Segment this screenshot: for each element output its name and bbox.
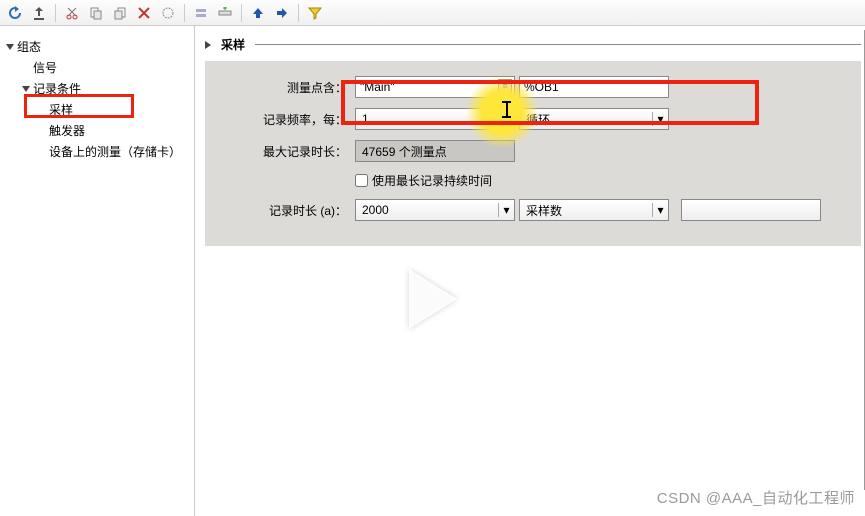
refresh-icon[interactable]	[4, 3, 26, 23]
separator	[298, 4, 299, 22]
tree-item-record-cond[interactable]: 记录条件	[0, 78, 194, 99]
export-icon[interactable]	[28, 3, 50, 23]
tree-item-device-measure[interactable]: 设备上的测量（存储卡）	[0, 141, 194, 162]
duration-label: 记录时长 (a)：	[225, 202, 355, 219]
separator	[184, 4, 185, 22]
freq-unit: 循环	[526, 111, 550, 128]
separator	[55, 4, 56, 22]
block-input[interactable]	[519, 76, 669, 98]
tree-label: 触发器	[49, 122, 85, 139]
freq-value-combo[interactable]: 1▾	[355, 108, 515, 130]
use-max-label: 使用最长记录持续时间	[372, 172, 492, 189]
sidebar: 组态 信号 记录条件 采样 触发器 设备上的测量（存储卡）	[0, 26, 195, 516]
row-duration: 记录时长 (a)： 2000 ▾ 采样数 ▾	[225, 199, 841, 221]
tree-item-config[interactable]: 组态	[0, 36, 194, 57]
right-arrow-icon[interactable]	[271, 3, 293, 23]
copy-left-icon[interactable]	[85, 3, 107, 23]
freq-unit-combo[interactable]: 循环 ▾	[519, 108, 669, 130]
picker-icon[interactable]: ≡	[498, 79, 512, 93]
freq-label: 记录频率，每：	[225, 111, 355, 128]
separator	[241, 4, 242, 22]
chevron-down-icon: ▾	[498, 203, 512, 217]
use-max-checkbox[interactable]	[355, 174, 368, 187]
chevron-down-icon	[6, 44, 14, 50]
main-container: 组态 信号 记录条件 采样 触发器 设备上的测量（存储卡） 采样 测量点含： ≡…	[0, 26, 865, 516]
chevron-right-icon	[205, 41, 211, 49]
row-measure-point: 测量点含： ≡	[225, 76, 841, 98]
chevron-down-icon	[22, 86, 30, 92]
up-arrow-icon[interactable]	[247, 3, 269, 23]
tree-item-trigger[interactable]: 触发器	[0, 120, 194, 141]
chevron-down-icon: ▾	[652, 112, 666, 126]
section-title: 采样	[221, 36, 245, 53]
measure-input[interactable]	[355, 76, 515, 98]
toolbar	[0, 0, 865, 26]
insert-row-icon[interactable]	[214, 3, 236, 23]
duration-value-combo[interactable]: 2000 ▾	[355, 199, 515, 221]
duration-unit: 采样数	[526, 202, 562, 219]
tree-item-sampling[interactable]: 采样	[0, 99, 194, 120]
row-max-length: 最大记录时长： 47659 个测量点	[225, 140, 841, 162]
section-header[interactable]: 采样	[205, 36, 865, 53]
freq-value: 1	[362, 112, 369, 126]
form-panel: 测量点含： ≡ 记录频率，每： 1▾ 循环▾ 最大记录时长：	[205, 61, 861, 246]
chevron-down-icon: ▾	[652, 203, 666, 217]
tree-label: 记录条件	[33, 80, 81, 97]
copy-right-icon[interactable]	[109, 3, 131, 23]
tree-label: 信号	[33, 59, 57, 76]
maxlen-label: 最大记录时长：	[225, 143, 355, 160]
tree-label: 采样	[49, 101, 73, 118]
watermark: CSDN @AAA_自动化工程师	[657, 487, 855, 508]
maxlen-value: 47659 个测量点	[355, 140, 515, 162]
content-area: 采样 测量点含： ≡ 记录频率，每： 1▾ 循环▾	[195, 26, 865, 516]
row-frequency: 记录频率，每： 1▾ 循环▾	[225, 108, 841, 130]
tree-label: 设备上的测量（存储卡）	[49, 143, 181, 160]
circle-icon[interactable]	[157, 3, 179, 23]
chevron-down-icon: ▾	[498, 112, 512, 126]
use-max-checkbox-wrap[interactable]: 使用最长记录持续时间	[355, 172, 492, 189]
duration-value: 2000	[362, 203, 389, 217]
delete-icon[interactable]	[133, 3, 155, 23]
divider	[255, 44, 861, 45]
row-use-max: 使用最长记录持续时间	[225, 172, 841, 189]
collapse-icon[interactable]	[190, 3, 212, 23]
filter-icon[interactable]	[304, 3, 326, 23]
duration-unit-combo[interactable]: 采样数 ▾	[519, 199, 669, 221]
tree-label: 组态	[17, 38, 41, 55]
extra-combo[interactable]	[681, 199, 821, 221]
tree-item-signal[interactable]: 信号	[0, 57, 194, 78]
measure-label: 测量点含：	[225, 79, 355, 96]
cut-icon[interactable]	[61, 3, 83, 23]
